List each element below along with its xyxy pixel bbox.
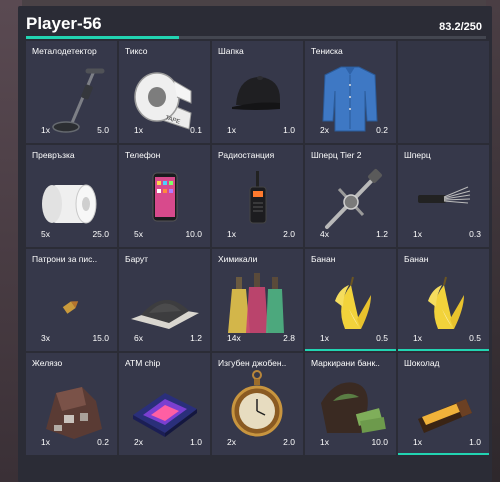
- slot-accent-bar: [398, 349, 489, 351]
- item-weight: 5.0: [97, 125, 109, 135]
- item-quantity: 1x: [413, 229, 422, 239]
- item-quantity: 1x: [413, 437, 422, 447]
- item-weight: 0.2: [97, 437, 109, 447]
- inventory-grid: Металодетектор 1x 5.0 Тиксо TAPE 1x 0.1: [26, 41, 490, 455]
- item-weight: 1.2: [376, 229, 388, 239]
- inventory-slot[interactable]: Телефон 5x 10.0: [119, 145, 210, 247]
- inventory-panel: Player-56 83.2/250 Металодетектор 1x 5.0…: [18, 6, 492, 482]
- inventory-slot[interactable]: Маркирани банк.. 1x 10.0: [305, 353, 396, 455]
- inventory-slot[interactable]: Банан 1x 0.5: [305, 249, 396, 351]
- item-weight: 10.0: [185, 229, 202, 239]
- inventory-slot[interactable]: Тиксо TAPE 1x 0.1: [119, 41, 210, 143]
- slot-accent-bar: [305, 349, 396, 351]
- item-quantity: 14x: [227, 333, 241, 343]
- item-weight: 0.5: [376, 333, 388, 343]
- slot-accent-bar: [398, 453, 489, 455]
- item-weight: 2.0: [283, 229, 295, 239]
- item-quantity: 2x: [134, 437, 143, 447]
- item-weight: 0.5: [469, 333, 481, 343]
- item-quantity: 6x: [134, 333, 143, 343]
- item-quantity: 1x: [41, 437, 50, 447]
- inventory-slot[interactable]: Химикали 14x 2.8: [212, 249, 303, 351]
- item-quantity: 1x: [320, 437, 329, 447]
- item-weight: 1.2: [190, 333, 202, 343]
- item-quantity: 1x: [227, 125, 236, 135]
- item-weight: 2.8: [283, 333, 295, 343]
- item-quantity: 1x: [320, 333, 329, 343]
- item-quantity: 4x: [320, 229, 329, 239]
- item-weight: 1.0: [469, 437, 481, 447]
- item-weight: 25.0: [92, 229, 109, 239]
- inventory-slot[interactable]: Изгубен джобен.. 2x 2.0: [212, 353, 303, 455]
- item-quantity: 2x: [320, 125, 329, 135]
- item-weight: 1.0: [283, 125, 295, 135]
- inventory-slot[interactable]: ATM chip 2x 1.0: [119, 353, 210, 455]
- item-quantity: 1x: [41, 125, 50, 135]
- inventory-slot[interactable]: Металодетектор 1x 5.0: [26, 41, 117, 143]
- inventory-slot[interactable]: Шоколад 1x 1.0: [398, 353, 489, 455]
- inventory-slot[interactable]: Банан 1x 0.5: [398, 249, 489, 351]
- item-quantity: 5x: [41, 229, 50, 239]
- item-weight: 1.0: [190, 437, 202, 447]
- item-quantity: 3x: [41, 333, 50, 343]
- inventory-slot[interactable]: Тениска 2x 0.2: [305, 41, 396, 143]
- weight-bar-fill: [26, 36, 180, 39]
- item-weight: 2.0: [283, 437, 295, 447]
- inventory-slot-empty[interactable]: [398, 41, 489, 143]
- inventory-slot[interactable]: Патрони за пис.. 3x 15.0: [26, 249, 117, 351]
- item-weight: 15.0: [92, 333, 109, 343]
- inventory-slot[interactable]: Превръзка 5x 25.0: [26, 145, 117, 247]
- inventory-slot[interactable]: Шперц 1x 0.3: [398, 145, 489, 247]
- weight-bar: [26, 36, 486, 39]
- item-quantity: 5x: [134, 229, 143, 239]
- inventory-weight: 83.2/250: [439, 21, 482, 33]
- item-weight: 0.2: [376, 125, 388, 135]
- item-weight: 0.3: [469, 229, 481, 239]
- inventory-slot[interactable]: Барут 6x 1.2: [119, 249, 210, 351]
- inventory-title: Player-56: [26, 14, 102, 33]
- item-weight: 0.1: [190, 125, 202, 135]
- inventory-slot[interactable]: Шперц Tier 2 4x 1.2: [305, 145, 396, 247]
- inventory-slot[interactable]: Желязо 1x 0.2: [26, 353, 117, 455]
- inventory-slot[interactable]: Шапка 1x 1.0: [212, 41, 303, 143]
- item-quantity: 1x: [413, 333, 422, 343]
- item-quantity: 1x: [227, 229, 236, 239]
- inventory-slot[interactable]: Радиостанция 1x 2.0: [212, 145, 303, 247]
- item-weight: 10.0: [371, 437, 388, 447]
- item-quantity: 1x: [134, 125, 143, 135]
- item-quantity: 2x: [227, 437, 236, 447]
